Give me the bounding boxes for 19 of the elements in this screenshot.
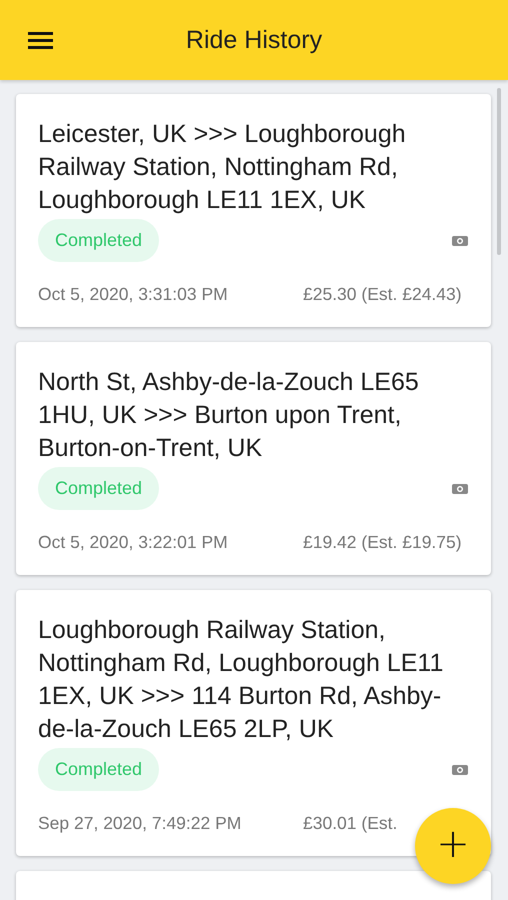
ride-route: Leicester, UK >>> Loughborough Railway Station, Nottingham Rd, Loughborough LE11 1EX, UK [38, 119, 407, 216]
status-badge: Completed [38, 748, 160, 791]
screen-title: Ride History [186, 26, 322, 54]
ride-date: Sep 27, 2020, 7:49:22 PM [38, 813, 242, 834]
ride-fare: £19.42 (Est. £19.75) [303, 532, 463, 553]
ride-fare: £30.01 (Est. [303, 813, 398, 834]
cash-icon [451, 762, 469, 776]
ride-card[interactable]: Leicester, UK >>> Loughborough Railway Station, Nottingham Rd, Loughborough LE11 1EX, UK Completed Oct 5, 2020, 3:31:03 PM £25.30 (Est. £24.43) [16, 94, 491, 327]
cash-icon [451, 234, 469, 248]
ride-route: North St, Ashby-de-la-Zouch LE65 1HU, UK >>> Burton upon Trent, Burton-on-Trent, UK [38, 367, 420, 464]
status-badge: Completed [38, 219, 160, 262]
scrollbar[interactable] [497, 88, 501, 255]
cash-icon [451, 482, 469, 496]
status-badge: Completed [38, 467, 160, 510]
ride-fare: £25.30 (Est. £24.43) [303, 284, 463, 305]
ride-route: Loughborough Railway Station, Nottingham Rd, Loughborough LE11 1EX, UK >>> 114 Burton Rd, Ashby-de-la-Zouch LE65 2LP, UK [38, 615, 444, 745]
ride-date: Oct 5, 2020, 3:22:01 PM [38, 532, 228, 553]
ride-date: Oct 5, 2020, 3:31:03 PM [38, 284, 228, 305]
ride-card[interactable]: North St, Ashby-de-la-Zouch LE65 1HU, UK >>> Burton upon Trent, Burton-on-Trent, UK Completed Oct 5, 2020, 3:22:01 PM £19.42 (Est. £19.75) [16, 342, 491, 575]
